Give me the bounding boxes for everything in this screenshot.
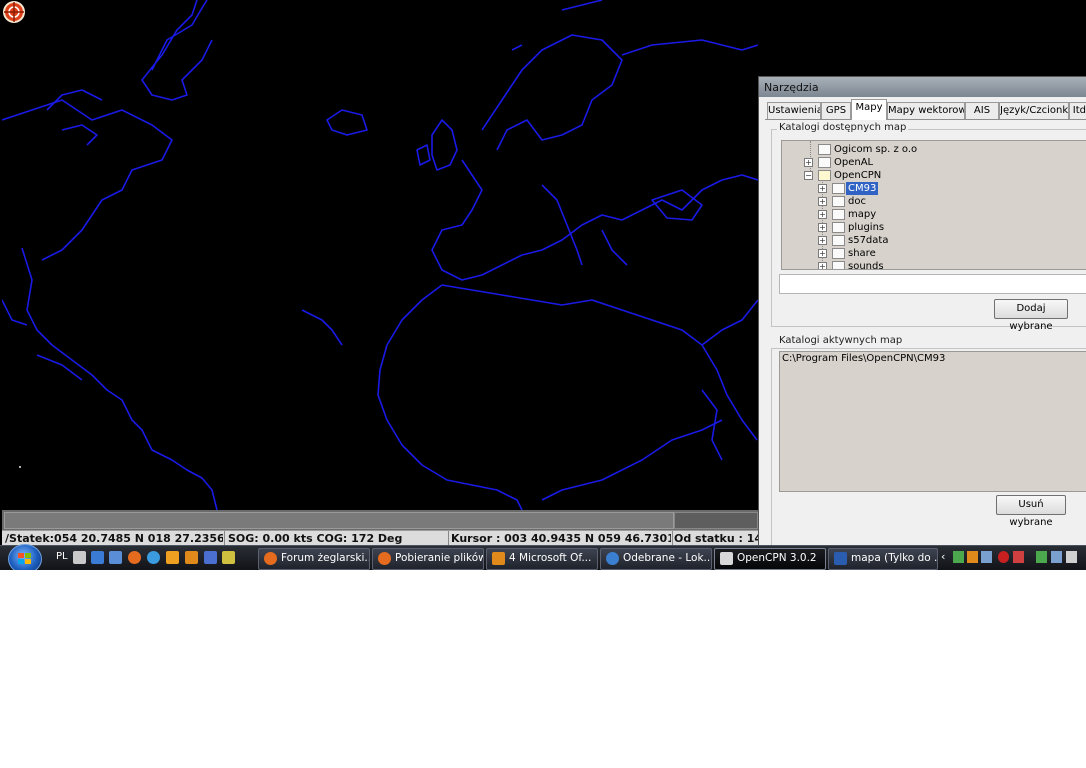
tab-gps[interactable]: GPS xyxy=(821,102,851,119)
folder-icon xyxy=(832,248,845,259)
tree-row[interactable]: Ogicom sp. z o.o xyxy=(782,143,1082,156)
cursor-position: Kursor : 003 40.9435 N 059 46.7301 E xyxy=(451,532,671,545)
taskbar-button[interactable]: Forum żeglarski... xyxy=(258,548,370,570)
chevron-left-icon[interactable]: ‹ xyxy=(941,550,945,563)
switch-windows-icon[interactable] xyxy=(91,551,104,564)
tray-icon[interactable] xyxy=(967,551,978,563)
tree-row[interactable]: + CM93 xyxy=(782,182,1082,195)
collapse-icon[interactable]: − xyxy=(804,171,813,180)
folder-icon xyxy=(818,144,831,155)
volume-icon[interactable] xyxy=(1066,551,1077,563)
folder-icon xyxy=(818,157,831,168)
taskbar-button[interactable]: mapa (Tylko do ... xyxy=(828,548,938,570)
tray-icon[interactable] xyxy=(1051,551,1062,563)
own-ship-icon[interactable] xyxy=(2,0,26,24)
tray-icon[interactable] xyxy=(953,551,964,563)
office-icon[interactable] xyxy=(185,551,198,564)
tab-ais[interactable]: AIS xyxy=(965,102,999,119)
mail-icon xyxy=(606,552,619,565)
available-charts-label: Katalogi dostępnych map xyxy=(777,122,909,133)
firefox-icon xyxy=(378,552,391,565)
tree-row[interactable]: + plugins xyxy=(782,221,1082,234)
font-icon[interactable] xyxy=(204,551,217,564)
expand-icon[interactable]: + xyxy=(804,158,813,167)
taskbar: PL Forum żeglarski... Pobieranie plików … xyxy=(0,544,1086,570)
start-button[interactable] xyxy=(8,544,42,570)
media-player-icon[interactable] xyxy=(166,551,179,564)
ie-icon[interactable] xyxy=(147,551,160,564)
path-field[interactable] xyxy=(779,274,1086,294)
tree-row[interactable]: + sounds xyxy=(782,260,1082,269)
messenger-icon[interactable] xyxy=(222,551,235,564)
directory-tree[interactable]: Ogicom sp. z o.o + OpenAL − OpenCPN + CM… xyxy=(781,140,1086,270)
folder-icon xyxy=(832,196,845,207)
antivirus-icon[interactable] xyxy=(998,551,1009,563)
folder-icon xyxy=(832,235,845,246)
scrollbar-track[interactable] xyxy=(4,512,674,529)
firefox-icon[interactable] xyxy=(128,551,141,564)
tab-itd[interactable]: Itd. xyxy=(1069,102,1086,119)
scrollbar-right-area xyxy=(674,512,758,529)
tab-ustawienia[interactable]: Ustawienia xyxy=(767,102,821,119)
coastline-map xyxy=(2,0,758,510)
tab-mapy-wektorowe[interactable]: Mapy wektorowe xyxy=(887,102,965,119)
firefox-icon xyxy=(264,552,277,565)
explorer-icon[interactable] xyxy=(109,551,122,564)
folder-icon xyxy=(832,209,845,220)
tree-row[interactable]: + share xyxy=(782,247,1082,260)
expand-icon[interactable]: + xyxy=(818,223,827,232)
dialog-title-bar[interactable]: Narzędzia xyxy=(759,77,1086,97)
tab-strip: Ustawienia GPS Mapy Mapy wektorowe AIS J… xyxy=(765,99,1086,120)
windows-logo-icon xyxy=(18,553,31,564)
distance-from-ship: Od statku : 145 xyxy=(674,532,760,545)
folder-icon xyxy=(832,222,845,233)
selected-tree-label: CM93 xyxy=(846,182,879,195)
show-desktop-icon[interactable] xyxy=(73,551,86,564)
tree-row[interactable]: − OpenCPN xyxy=(782,169,1082,182)
expand-icon[interactable]: + xyxy=(818,197,827,206)
expand-icon[interactable]: + xyxy=(818,210,827,219)
opencpn-icon xyxy=(720,552,733,565)
tray-icon[interactable] xyxy=(981,551,992,563)
taskbar-button[interactable]: Pobieranie plików xyxy=(372,548,484,570)
chart-scrollbar[interactable] xyxy=(2,510,758,530)
chart-canvas[interactable] xyxy=(2,0,758,510)
expand-icon[interactable]: + xyxy=(818,262,827,269)
taskbar-button[interactable]: 4 Microsoft Of... xyxy=(486,548,598,570)
active-charts-label: Katalogi aktywnych map xyxy=(777,335,905,346)
taskbar-button[interactable]: Odebrane - Lok... xyxy=(600,548,712,570)
tree-row[interactable]: + doc xyxy=(782,195,1082,208)
tray-icon[interactable] xyxy=(1013,551,1024,563)
expand-icon[interactable]: + xyxy=(818,184,827,193)
status-bar: /Statek:054 20.7485 N 018 27.2356 E SOG:… xyxy=(2,530,760,546)
folder-icon xyxy=(832,261,845,269)
tab-mapy[interactable]: Mapy xyxy=(851,99,887,120)
desktop-screen: /Statek:054 20.7485 N 018 27.2356 E SOG:… xyxy=(0,0,1086,570)
folder-icon xyxy=(832,183,845,194)
tab-jezyk-czcionki[interactable]: Język/Czcionki xyxy=(999,102,1069,119)
expand-icon[interactable]: + xyxy=(818,236,827,245)
ship-position: /Statek:054 20.7485 N 018 27.2356 E xyxy=(5,532,223,545)
network-icon[interactable] xyxy=(1036,551,1047,563)
taskbar-button-active[interactable]: OpenCPN 3.0.2 xyxy=(714,548,826,570)
open-folder-icon xyxy=(818,170,831,181)
tools-dialog: Narzędzia Ustawienia GPS Mapy Mapy wekto… xyxy=(758,76,1086,547)
add-selected-button[interactable]: Dodaj wybrane xyxy=(994,299,1068,332)
tree-row[interactable]: + OpenAL xyxy=(782,156,1082,169)
active-directories-list[interactable]: C:\Program Files\OpenCPN\CM93 xyxy=(779,351,1086,492)
list-item[interactable]: C:\Program Files\OpenCPN\CM93 xyxy=(782,353,945,364)
tree-row[interactable]: + mapy xyxy=(782,208,1082,221)
word-icon xyxy=(834,552,847,565)
sog-cog-readout: SOG: 0.00 kts COG: 172 Deg xyxy=(228,532,403,545)
dialog-title: Narzędzia xyxy=(764,81,819,94)
tree-row[interactable]: + s57data xyxy=(782,234,1082,247)
remove-selected-button[interactable]: Usuń wybrane xyxy=(996,495,1066,528)
expand-icon[interactable]: + xyxy=(818,249,827,258)
office-icon xyxy=(492,552,505,565)
language-indicator[interactable]: PL xyxy=(56,551,68,562)
